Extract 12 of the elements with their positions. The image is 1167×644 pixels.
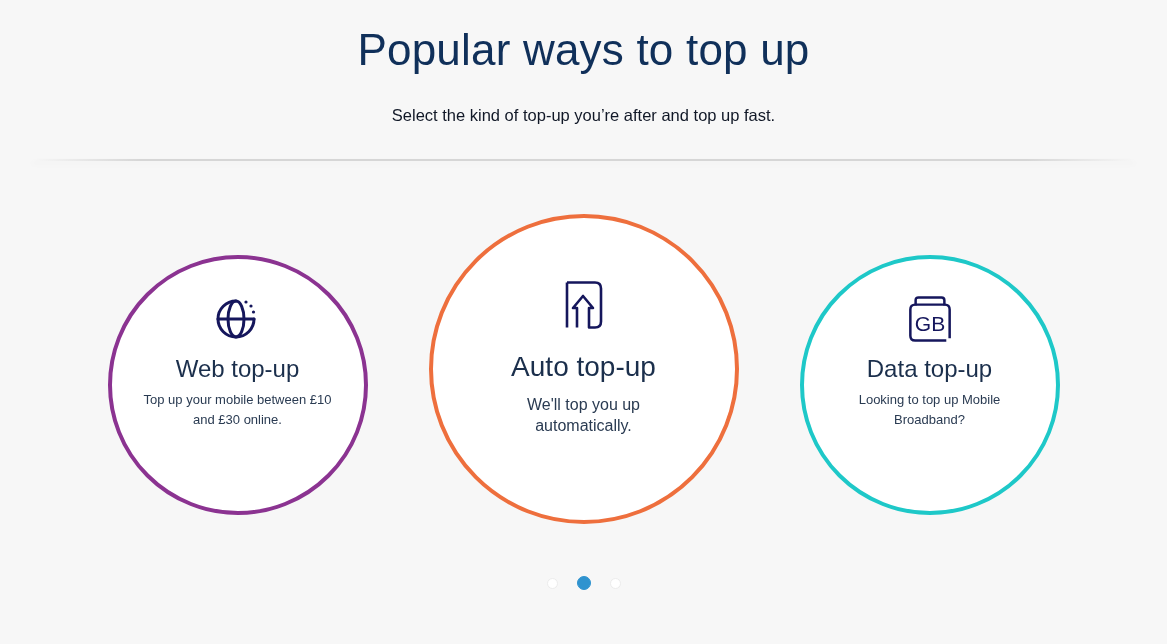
- card-title: Auto top-up: [511, 350, 656, 384]
- card-title: Data top-up: [866, 354, 993, 384]
- card-title: Web top-up: [175, 354, 300, 384]
- topup-option-card[interactable]: GB Data top-up Looking to top up Mobile Broadband?: [799, 255, 1060, 515]
- page-title: Popular ways to top up: [357, 24, 810, 76]
- card-description: Looking to top up Mobile Broadband?: [857, 391, 1002, 429]
- page-subtitle: Select the kind of top-up you’re after and top up fast.: [391, 105, 776, 126]
- card-description: Top up your mobile between £10 and £30 online.: [142, 391, 333, 429]
- topup-option-card[interactable]: Web top-up Top up your mobile between £10 and £30 online.: [107, 255, 368, 515]
- topup-option-card[interactable]: Auto top-up We'll top you up automatically.: [428, 214, 739, 524]
- card-description: We'll top you up automatically.: [525, 395, 641, 436]
- carousel-dot[interactable]: [576, 576, 591, 590]
